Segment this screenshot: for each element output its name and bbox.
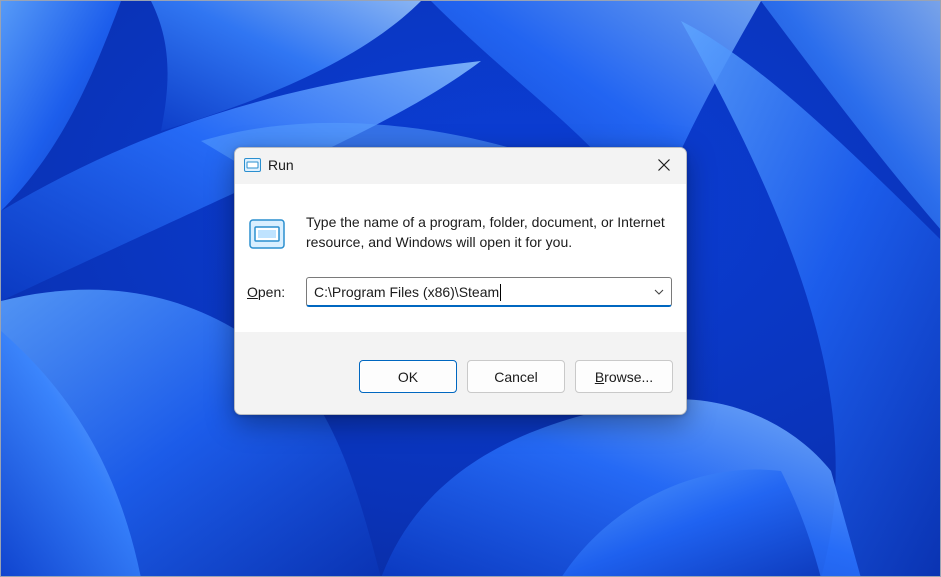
open-label-accesskey: O	[247, 284, 258, 300]
text-caret	[500, 284, 502, 301]
browse-accesskey: B	[594, 368, 605, 385]
open-label: Open:	[247, 284, 285, 300]
run-icon	[249, 219, 285, 249]
dialog-footer: OK Cancel Browse...	[235, 332, 686, 414]
close-button[interactable]	[642, 148, 686, 182]
dialog-description: Type the name of a program, folder, docu…	[306, 214, 665, 250]
chevron-down-icon[interactable]	[651, 284, 667, 300]
open-input[interactable]	[307, 278, 647, 306]
dialog-title: Run	[268, 157, 294, 173]
run-dialog: Run Type the name of a program, folder, …	[234, 147, 687, 415]
ok-button[interactable]: OK	[359, 360, 457, 393]
open-combobox[interactable]	[306, 277, 672, 307]
run-icon	[244, 158, 261, 172]
browse-label: rowse...	[604, 368, 654, 385]
titlebar[interactable]: Run	[235, 148, 686, 184]
cancel-button[interactable]: Cancel	[467, 360, 565, 393]
browse-button[interactable]: Browse...	[575, 360, 673, 393]
open-label-text: pen:	[257, 284, 286, 300]
close-icon	[658, 159, 670, 171]
dialog-content: Type the name of a program, folder, docu…	[235, 184, 686, 332]
desktop: Run Type the name of a program, folder, …	[0, 0, 941, 577]
